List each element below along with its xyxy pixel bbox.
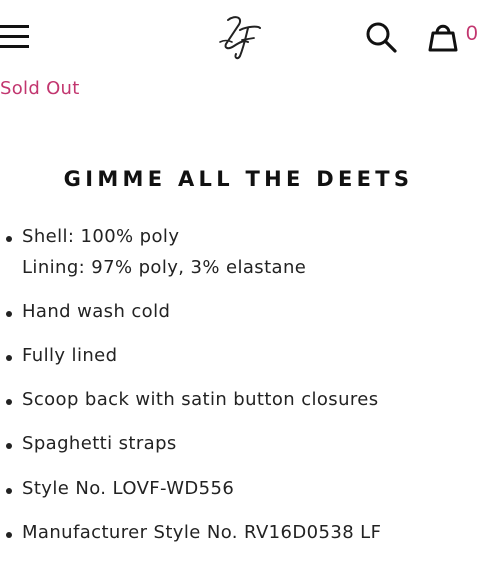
detail-text: Fully lined: [22, 345, 118, 366]
detail-text: Spaghetti straps: [22, 433, 177, 454]
details-heading: GIMME ALL THE DEETS: [63, 167, 414, 191]
list-item: Manufacturer Style No. RV16D0538 LF: [0, 518, 477, 548]
list-item: Hand wash cold: [0, 297, 477, 327]
menu-bar: [0, 45, 29, 48]
bullet: [6, 311, 12, 317]
menu-bar: [0, 25, 29, 28]
cart-count-badge[interactable]: 0: [466, 22, 477, 46]
list-item: Fully lined: [0, 341, 477, 371]
menu-bar: [0, 35, 29, 38]
sold-out-label: Sold Out: [0, 78, 80, 99]
list-item: Spaghetti straps: [0, 429, 477, 459]
product-page: 0 Sold Out GIMME ALL THE DEETS Shell: 10…: [0, 0, 477, 580]
shopping-bag-icon[interactable]: [427, 20, 459, 52]
list-item: Scoop back with satin button closures: [0, 385, 477, 415]
hamburger-menu-icon[interactable]: [0, 23, 30, 51]
bullet: [6, 488, 12, 494]
detail-text: Scoop back with satin button closures: [22, 389, 379, 410]
detail-text: Shell: 100% poly: [22, 226, 180, 247]
bullet: [6, 399, 12, 405]
detail-text: Hand wash cold: [22, 301, 171, 322]
site-header: 0: [0, 0, 477, 72]
search-icon[interactable]: [365, 21, 397, 53]
bullet: [6, 355, 12, 361]
bullet: [6, 532, 12, 538]
list-item: Style No. LOVF-WD556: [0, 474, 477, 504]
brand-logo[interactable]: [214, 12, 266, 62]
detail-text: Style No. LOVF-WD556: [22, 478, 235, 499]
detail-subtext: Lining: 97% poly, 3% elastane: [22, 257, 307, 278]
list-item: Shell: 100% poly Lining: 97% poly, 3% el…: [0, 222, 477, 286]
detail-text: Manufacturer Style No. RV16D0538 LF: [22, 522, 382, 543]
bullet: [6, 443, 12, 449]
bullet: [6, 236, 12, 242]
